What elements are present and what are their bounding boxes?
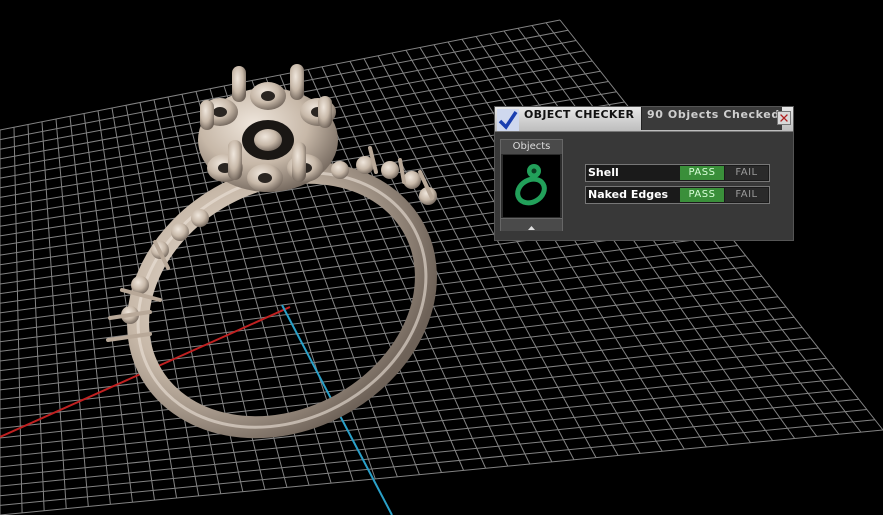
object-checker-panel: OBJECT CHECKER 90 Objects Checked Object… xyxy=(494,106,794,241)
checker-titlebar[interactable]: OBJECT CHECKER 90 Objects Checked xyxy=(495,107,793,132)
check-row-shell: Shell PASS FAIL xyxy=(585,164,770,182)
perspective-grid xyxy=(0,19,883,515)
checkmark-icon xyxy=(497,109,519,131)
ring-thumbnail-icon xyxy=(515,164,547,206)
fail-indicator[interactable]: FAIL xyxy=(725,166,768,180)
ring-model[interactable] xyxy=(93,64,471,476)
3d-viewport[interactable] xyxy=(0,0,883,515)
objects-checked-tab: 90 Objects Checked xyxy=(641,107,782,130)
up-arrow-icon xyxy=(528,226,535,230)
check-row-naked-edges: Naked Edges PASS FAIL xyxy=(585,186,770,204)
fail-indicator[interactable]: FAIL xyxy=(725,188,768,202)
pass-indicator[interactable]: PASS xyxy=(680,166,724,180)
check-label: Naked Edges xyxy=(588,188,669,201)
check-label: Shell xyxy=(588,166,619,179)
objects-checked-count: 90 Objects Checked xyxy=(647,108,780,121)
objects-label: Objects xyxy=(501,140,562,154)
close-icon[interactable] xyxy=(777,111,791,125)
ring-thumbnail[interactable] xyxy=(503,155,560,217)
checker-title: OBJECT CHECKER xyxy=(524,108,635,121)
objects-preview: Objects xyxy=(500,139,563,231)
scroll-up-button[interactable] xyxy=(501,218,562,231)
pass-indicator[interactable]: PASS xyxy=(680,188,724,202)
